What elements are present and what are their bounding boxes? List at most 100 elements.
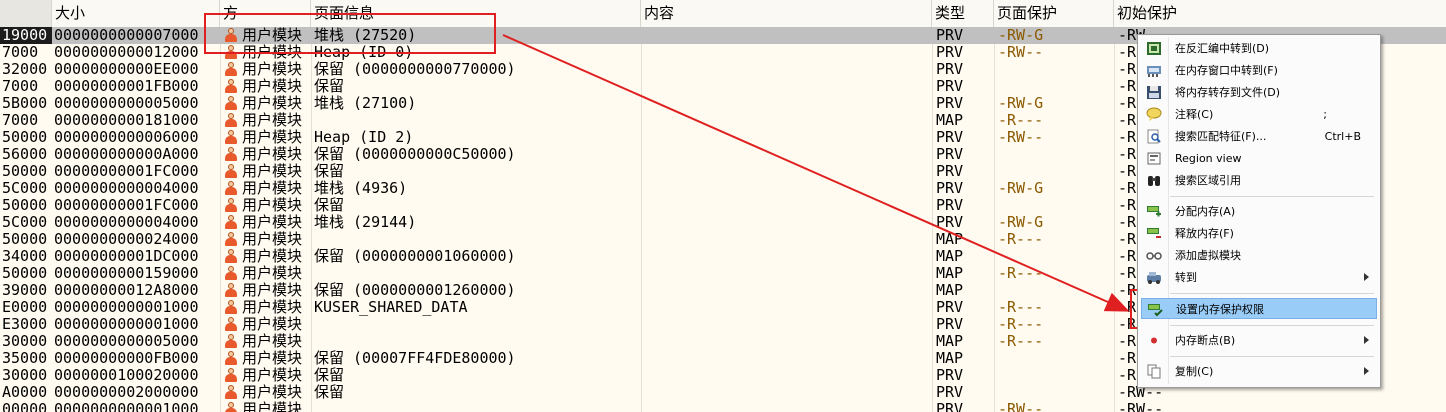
user-module-icon (220, 384, 241, 401)
menu-item-free-memory[interactable]: 释放内存(F) (1141, 223, 1377, 244)
row-owner: 用户模块 (242, 95, 303, 112)
menu-item-label: 转到 (1175, 271, 1197, 284)
menu-item-copy[interactable]: 复制(C) (1141, 361, 1377, 382)
menu-separator (1170, 356, 1374, 357)
row-type: PRV (936, 95, 964, 112)
menu-item-search-region-refs[interactable]: 搜索区域引用 (1141, 170, 1377, 191)
row-owner: 用户模块 (242, 231, 303, 248)
row-page-info: 保留 (314, 78, 345, 95)
row-page-protect (994, 282, 1114, 299)
user-module-icon (220, 282, 241, 299)
user-module-icon (220, 367, 241, 384)
menu-item-label: 分配内存(A) (1175, 205, 1236, 218)
user-module-icon (220, 248, 241, 265)
row-content (641, 146, 932, 163)
row-address: 30000 (0, 367, 52, 384)
menu-item-dump-to-file[interactable]: 将内存转存到文件(D) (1141, 82, 1377, 103)
user-module-icon (220, 316, 241, 333)
row-size: 00000000001FB000 (54, 78, 199, 95)
menu-item-goto-disassembly[interactable]: 在反汇编中转到(D) (1141, 38, 1377, 59)
menu-separator (1170, 325, 1374, 326)
user-icon (224, 96, 238, 110)
row-size: 00000000001FC000 (54, 163, 199, 180)
menu-item-label: 复制(C) (1175, 365, 1214, 378)
row-page-info: 保留 (00007FF4FDE80000) (314, 350, 516, 367)
row-owner: 用户模块 (242, 214, 303, 231)
row-address: 32000 (0, 61, 52, 78)
row-page-info: 堆栈 (27520) (314, 27, 417, 44)
menu-item-add-virtual-module[interactable]: 添加虚拟模块 (1141, 245, 1377, 266)
row-content (641, 401, 932, 412)
menu-item-set-memory-protection[interactable]: 设置内存保护权限 (1141, 298, 1377, 319)
user-icon (224, 113, 238, 127)
table-row[interactable]: 00000 0000000000001000 用户模块 PRV -RW-- -RW-- (0, 401, 1446, 412)
row-address: 7000 (0, 78, 52, 95)
menu-item-memory-breakpoint[interactable]: 内存断点(B) (1141, 330, 1377, 351)
row-content (641, 163, 932, 180)
header-page-protect[interactable]: 页面保护 (994, 0, 1114, 27)
row-type: PRV (936, 180, 964, 197)
header-page-info[interactable]: 页面信息 (311, 0, 641, 27)
row-page-info: 堆栈 (29144) (314, 214, 417, 231)
user-icon (224, 28, 238, 42)
row-type: PRV (936, 44, 964, 61)
menu-item-shortcut: ; (1323, 108, 1327, 121)
row-address: 35000 (0, 350, 52, 367)
menu-separator (1170, 293, 1374, 294)
context-menu[interactable]: 在反汇编中转到(D) 在内存窗口中转到(F) 将内存转存到文件(D) 注释(C)… (1137, 34, 1381, 388)
header-owner[interactable]: 方 (220, 0, 311, 27)
header-type[interactable]: 类型 (932, 0, 994, 27)
row-address: 5C000 (0, 180, 52, 197)
menu-item-label: Region view (1175, 152, 1242, 165)
row-address: E0000 (0, 299, 52, 316)
row-page-info: 保留 (314, 384, 345, 401)
row-page-protect (994, 146, 1114, 163)
row-page-protect: -RW-G (998, 27, 1044, 44)
row-content (641, 27, 932, 44)
user-module-icon (220, 27, 241, 44)
row-type: PRV (936, 367, 964, 384)
disassembly-icon (1147, 42, 1161, 55)
menu-item-allocate-memory[interactable]: 分配内存(A) (1141, 201, 1377, 222)
row-page-protect: -R--- (998, 299, 1044, 316)
row-address: 56000 (0, 146, 52, 163)
menu-item-goto-memory-window[interactable]: 在内存窗口中转到(F) (1141, 60, 1377, 81)
row-page-protect (994, 163, 1114, 180)
row-page-info: 堆栈 (27100) (314, 95, 417, 112)
row-size: 0000000000001000 (54, 401, 199, 412)
menu-separator (1170, 196, 1374, 197)
breakpoint-dot-icon (1151, 337, 1157, 344)
menu-item-comment[interactable]: 注释(C) ; (1141, 104, 1377, 125)
user-module-icon (220, 180, 241, 197)
submenu-arrow-icon (1364, 367, 1369, 375)
row-page-protect (994, 350, 1114, 367)
row-type: PRV (936, 401, 964, 412)
row-address: A0000 (0, 384, 52, 401)
header-initial-protect[interactable]: 初始保护 (1114, 0, 1446, 27)
user-icon (224, 198, 238, 212)
menu-item-goto-submenu[interactable]: 转到 (1141, 267, 1377, 288)
user-icon (224, 334, 238, 348)
floppy-disk-icon (1147, 86, 1161, 99)
row-address: 50000 (0, 197, 52, 214)
row-address: 5B000 (0, 95, 52, 112)
row-content (641, 265, 932, 282)
user-icon (224, 266, 238, 280)
header-content[interactable]: 内容 (641, 0, 932, 27)
row-size: 0000000000004000 (54, 214, 199, 231)
row-type: PRV (936, 61, 964, 78)
row-type: PRV (936, 129, 964, 146)
row-page-protect (994, 367, 1114, 384)
row-owner: 用户模块 (242, 401, 303, 412)
row-size: 00000000000EE000 (54, 61, 199, 78)
row-owner: 用户模块 (242, 367, 303, 384)
row-content (641, 214, 932, 231)
header-address[interactable] (0, 0, 52, 27)
menu-item-search-pattern[interactable]: 搜索匹配特征(F)... Ctrl+B (1141, 126, 1377, 147)
memory-window-icon (1147, 66, 1161, 77)
user-module-icon (220, 214, 241, 231)
row-owner: 用户模块 (242, 163, 303, 180)
header-size[interactable]: 大小 (52, 0, 220, 27)
row-size: 0000000000005000 (54, 95, 199, 112)
menu-item-region-view[interactable]: Region view (1141, 148, 1377, 169)
